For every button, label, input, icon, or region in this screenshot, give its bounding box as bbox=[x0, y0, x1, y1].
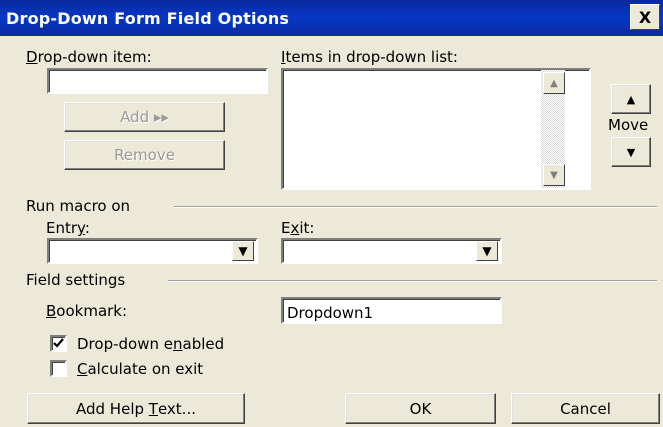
exit-label: Exit: bbox=[281, 219, 315, 237]
calculate-on-exit-label[interactable]: Calculate on exit bbox=[77, 360, 203, 378]
add-button[interactable]: Add ▸▸ bbox=[64, 102, 225, 132]
dropdown-enabled-checkbox[interactable] bbox=[50, 335, 67, 352]
window-title: Drop-Down Form Field Options bbox=[6, 9, 290, 28]
scroll-down-button[interactable]: ▼ bbox=[543, 164, 565, 186]
bookmark-input[interactable]: Dropdown1 bbox=[281, 297, 502, 324]
scroll-up-button[interactable]: ▲ bbox=[543, 72, 565, 94]
chevron-down-icon: ▼ bbox=[482, 244, 492, 258]
bookmark-label: Bookmark: bbox=[46, 302, 128, 320]
title-bar: Drop-Down Form Field Options X bbox=[0, 0, 663, 36]
chevron-down-icon: ▼ bbox=[238, 244, 248, 258]
field-settings-divider bbox=[168, 280, 657, 282]
run-macro-heading: Run macro on bbox=[26, 197, 131, 215]
entry-macro-select[interactable]: ▼ bbox=[47, 238, 258, 264]
cancel-button[interactable]: Cancel bbox=[511, 393, 660, 424]
checkmark-icon bbox=[53, 338, 64, 348]
exit-macro-select[interactable]: ▼ bbox=[281, 238, 502, 264]
entry-dropdown-button[interactable]: ▼ bbox=[232, 241, 254, 261]
exit-dropdown-button[interactable]: ▼ bbox=[476, 241, 498, 261]
move-up-button[interactable]: ▲ bbox=[611, 84, 651, 114]
move-label: Move bbox=[608, 116, 649, 134]
add-help-text-button[interactable]: Add Help Text... bbox=[27, 393, 245, 424]
dropdown-item-label: Drop-down item: bbox=[26, 48, 152, 66]
run-macro-divider bbox=[174, 206, 657, 208]
arrow-up-icon: ▲ bbox=[550, 77, 558, 89]
move-down-button[interactable]: ▼ bbox=[611, 137, 651, 167]
ok-button[interactable]: OK bbox=[345, 393, 496, 424]
items-listbox[interactable]: ▲ ▼ bbox=[281, 68, 591, 190]
close-button[interactable]: X bbox=[630, 4, 660, 30]
dropdown-item-input[interactable] bbox=[47, 68, 268, 94]
field-settings-heading: Field settings bbox=[26, 271, 126, 289]
close-icon: X bbox=[638, 7, 652, 27]
arrow-down-icon: ▼ bbox=[626, 145, 636, 159]
remove-button[interactable]: Remove bbox=[64, 140, 225, 170]
arrow-up-icon: ▲ bbox=[626, 92, 636, 106]
entry-label: Entry: bbox=[46, 219, 90, 237]
items-list-label: Items in drop-down list: bbox=[281, 48, 458, 66]
dropdown-enabled-label[interactable]: Drop-down enabled bbox=[77, 335, 224, 353]
arrow-down-icon: ▼ bbox=[550, 169, 558, 181]
calculate-on-exit-checkbox[interactable] bbox=[50, 360, 67, 377]
